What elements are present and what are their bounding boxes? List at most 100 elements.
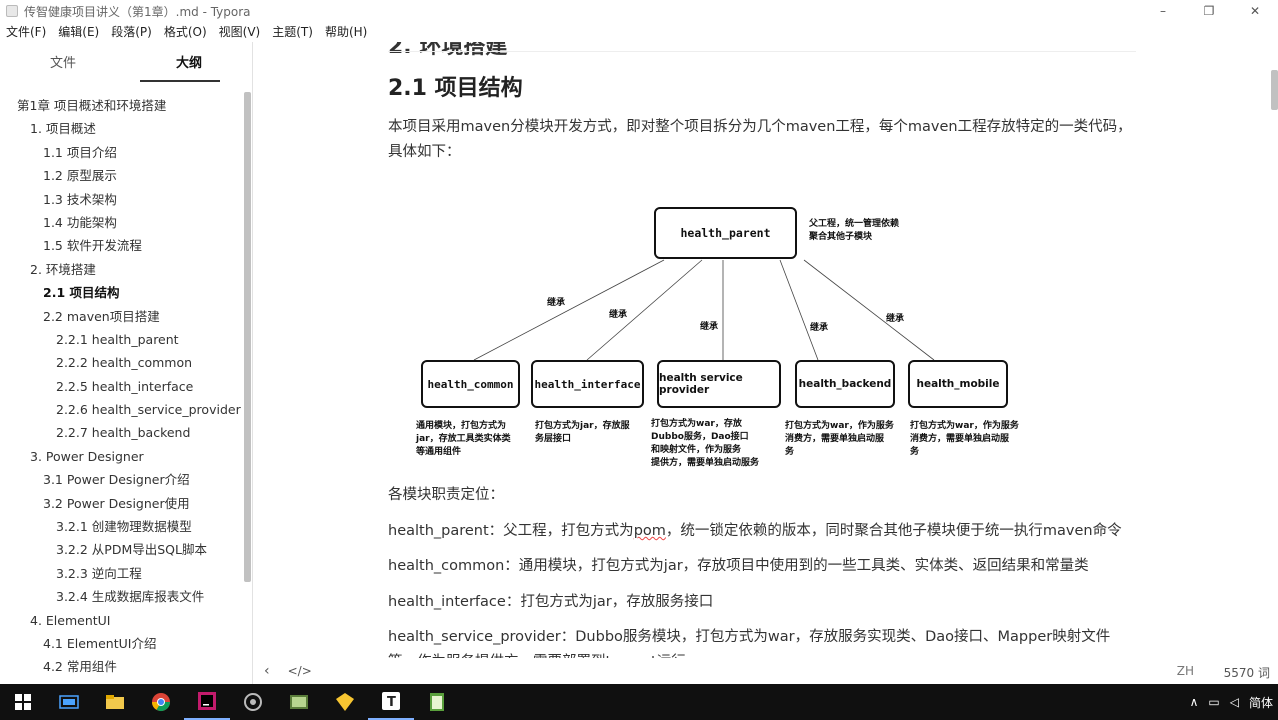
menu-theme[interactable]: 主题(T) xyxy=(266,22,319,42)
outline-item[interactable]: 2.2.7 health_backend xyxy=(0,421,240,444)
browser-icon[interactable] xyxy=(230,684,276,720)
line-parent: health_parent：父工程，打包方式为pom，统一锁定依赖的版本，同时聚… xyxy=(388,519,1136,544)
outline-item[interactable]: 2.1 项目结构 xyxy=(0,281,240,304)
outline-item[interactable]: 1. 项目概述 xyxy=(0,117,240,140)
outline-item[interactable]: 2.2 maven项目搭建 xyxy=(0,305,240,328)
outline-item[interactable]: 1.5 软件开发流程 xyxy=(0,234,240,257)
edge-label-interface: 继承 xyxy=(609,310,628,320)
outline-item[interactable]: 3. Power Designer xyxy=(0,445,240,468)
node-mobile: health_mobile xyxy=(908,360,1008,408)
note-backend: 打包方式为war，作为服务 消费方，需要单独启动服 务 xyxy=(785,421,894,457)
edge-backend xyxy=(779,259,819,361)
node-backend: health_backend xyxy=(795,360,895,408)
sketch-app-icon[interactable] xyxy=(322,684,368,720)
window-controls: – ❐ ✕ xyxy=(1140,0,1278,22)
line-interface: health_interface：打包方式为jar，存放服务接口 xyxy=(388,594,714,610)
source-code-mode-icon[interactable]: </> xyxy=(288,664,312,678)
tab-outline[interactable]: 大纲 xyxy=(126,42,252,82)
image-viewer-icon[interactable] xyxy=(276,684,322,720)
outline-item[interactable]: 2.2.6 health_service_provider xyxy=(0,398,241,421)
outline-item[interactable]: 3.2.2 从PDM导出SQL脚本 xyxy=(0,538,240,561)
typora-taskbar-icon[interactable]: T xyxy=(368,684,414,720)
outline-item[interactable]: 2.2.2 health_common xyxy=(0,351,240,374)
notepad-icon[interactable] xyxy=(414,684,460,720)
edge-label-mobile: 继承 xyxy=(886,314,905,324)
tab-files[interactable]: 文件 xyxy=(0,42,126,82)
line-provider: health_service_provider：Dubbo服务模块，打包方式为w… xyxy=(388,629,1111,658)
outline-item[interactable]: 1.1 项目介绍 xyxy=(0,141,240,164)
menu-bar: 文件(F) 编辑(E) 段落(P) 格式(O) 视图(V) 主题(T) 帮助(H… xyxy=(0,22,1278,42)
edge-label-backend: 继承 xyxy=(810,323,829,333)
edge-interface xyxy=(586,259,703,361)
chevron-up-icon[interactable]: ∧ xyxy=(1185,695,1204,709)
node-interface: health_interface xyxy=(531,360,644,408)
windows-start-icon[interactable] xyxy=(0,684,46,720)
module-diagram: health_parent 父工程，统一管理依赖 聚合其他子模块 继承 继承 继… xyxy=(412,200,1042,480)
note-mobile: 打包方式为war，作为服务 消费方，需要单独启动服 务 xyxy=(910,421,1019,457)
task-view-icon[interactable] xyxy=(46,684,92,720)
edge-label-provider: 继承 xyxy=(700,322,719,332)
outline-item[interactable]: 1.3 技术架构 xyxy=(0,188,240,211)
outline-list: 第1章 项目概述和环境搭建 1. 项目概述 1.1 项目介绍 1.2 原型展示 1.3 … xyxy=(0,94,241,679)
duty-title: 各模块职责定位： xyxy=(388,487,504,503)
sidebar-tabs: 文件 大纲 xyxy=(0,42,252,82)
chrome-icon[interactable] xyxy=(138,684,184,720)
network-icon[interactable]: ▭ xyxy=(1203,695,1224,709)
outline-item[interactable]: 4. ElementUI xyxy=(0,609,240,632)
edge-common xyxy=(473,259,665,361)
edge-mobile xyxy=(803,259,935,361)
note-parent: 父工程，统一管理依赖 聚合其他子模块 xyxy=(809,219,900,242)
outline-item[interactable]: 4.2 常用组件 xyxy=(0,655,240,678)
system-tray: ∧ ▭ ◁ 简体 xyxy=(1185,684,1278,720)
restore-icon[interactable]: ❐ xyxy=(1186,0,1232,22)
outline-item[interactable]: 3.2.3 逆向工程 xyxy=(0,562,240,585)
outline-item[interactable]: 2.2.1 health_parent xyxy=(0,328,240,351)
ime-indicator[interactable]: 简体 xyxy=(1244,694,1278,711)
outline-item[interactable]: 4.1 ElementUI介绍 xyxy=(0,632,240,655)
title-bar: 传智健康项目讲义（第1章）.md - Typora – ❐ ✕ xyxy=(0,0,1278,22)
menu-edit[interactable]: 编辑(E) xyxy=(52,22,105,42)
node-common: health_common xyxy=(421,360,520,408)
typora-app-icon xyxy=(6,5,18,17)
intro-paragraph: 本项目采用maven分模块开发方式，即对整个项目拆分为几个maven工程，每个m… xyxy=(388,119,1132,160)
line-parent-suffix: ，统一锁定依赖的版本，同时聚合其他子模块便于统一执行maven命令 xyxy=(665,523,1122,539)
node-provider: health service provider xyxy=(657,360,781,408)
file-explorer-icon[interactable] xyxy=(92,684,138,720)
outline-item[interactable]: 3.2 Power Designer使用 xyxy=(0,492,240,515)
node-parent: health_parent xyxy=(654,207,797,259)
minimize-icon[interactable]: – xyxy=(1140,0,1186,22)
outline-item[interactable]: 2. 环境搭建 xyxy=(0,258,240,281)
language-indicator: ZH xyxy=(1176,664,1194,678)
outline-item[interactable]: 1.2 原型展示 xyxy=(0,164,240,187)
menu-format[interactable]: 格式(O) xyxy=(158,22,213,42)
collapse-sidebar-icon[interactable]: ‹ xyxy=(264,663,270,679)
section-heading: 2.1 项目结构 xyxy=(388,76,523,101)
line-common: health_common：通用模块，打包方式为jar，存放项目中使用到的一些工… xyxy=(388,558,1089,574)
outline-item[interactable]: 2.2.5 health_interface xyxy=(0,375,240,398)
intellij-idea-icon[interactable] xyxy=(184,684,230,720)
status-bar: ‹ </> ZH 5570 词 xyxy=(254,658,1278,684)
line-parent-prefix: health_parent：父工程，打包方式为 xyxy=(388,523,634,539)
menu-file[interactable]: 文件(F) xyxy=(0,22,52,42)
sidebar: 文件 大纲 第1章 项目概述和环境搭建 1. 项目概述 1.1 项目介绍 1.2 原型… xyxy=(0,42,253,684)
spellcheck-word[interactable]: pom xyxy=(634,523,666,539)
outline-item[interactable]: 3.2.1 创建物理数据模型 xyxy=(0,515,240,538)
editor-scrollbar[interactable] xyxy=(1271,70,1278,110)
edge-label-common: 继承 xyxy=(547,298,566,308)
window-title: 传智健康项目讲义（第1章）.md - Typora xyxy=(24,4,251,19)
menu-paragraph[interactable]: 段落(P) xyxy=(105,22,158,42)
heading-divider xyxy=(388,51,1136,52)
menu-help[interactable]: 帮助(H) xyxy=(319,22,373,42)
active-tab-indicator xyxy=(140,80,220,82)
taskbar: T ∧ ▭ ◁ 简体 xyxy=(0,684,1278,720)
outline-item[interactable]: 1.4 功能架构 xyxy=(0,211,240,234)
volume-icon[interactable]: ◁ xyxy=(1225,695,1244,709)
outline-item[interactable]: 3.2.4 生成数据库报表文件 xyxy=(0,585,240,608)
word-count[interactable]: 5570 词 xyxy=(1224,664,1270,681)
close-icon[interactable]: ✕ xyxy=(1232,0,1278,22)
sidebar-scrollbar[interactable] xyxy=(244,92,251,582)
outline-item[interactable]: 第1章 项目概述和环境搭建 xyxy=(0,94,240,117)
outline-item[interactable]: 3.1 Power Designer介绍 xyxy=(0,468,240,491)
note-interface: 打包方式为jar，存放服 务层接口 xyxy=(535,421,630,444)
menu-view[interactable]: 视图(V) xyxy=(213,22,267,42)
